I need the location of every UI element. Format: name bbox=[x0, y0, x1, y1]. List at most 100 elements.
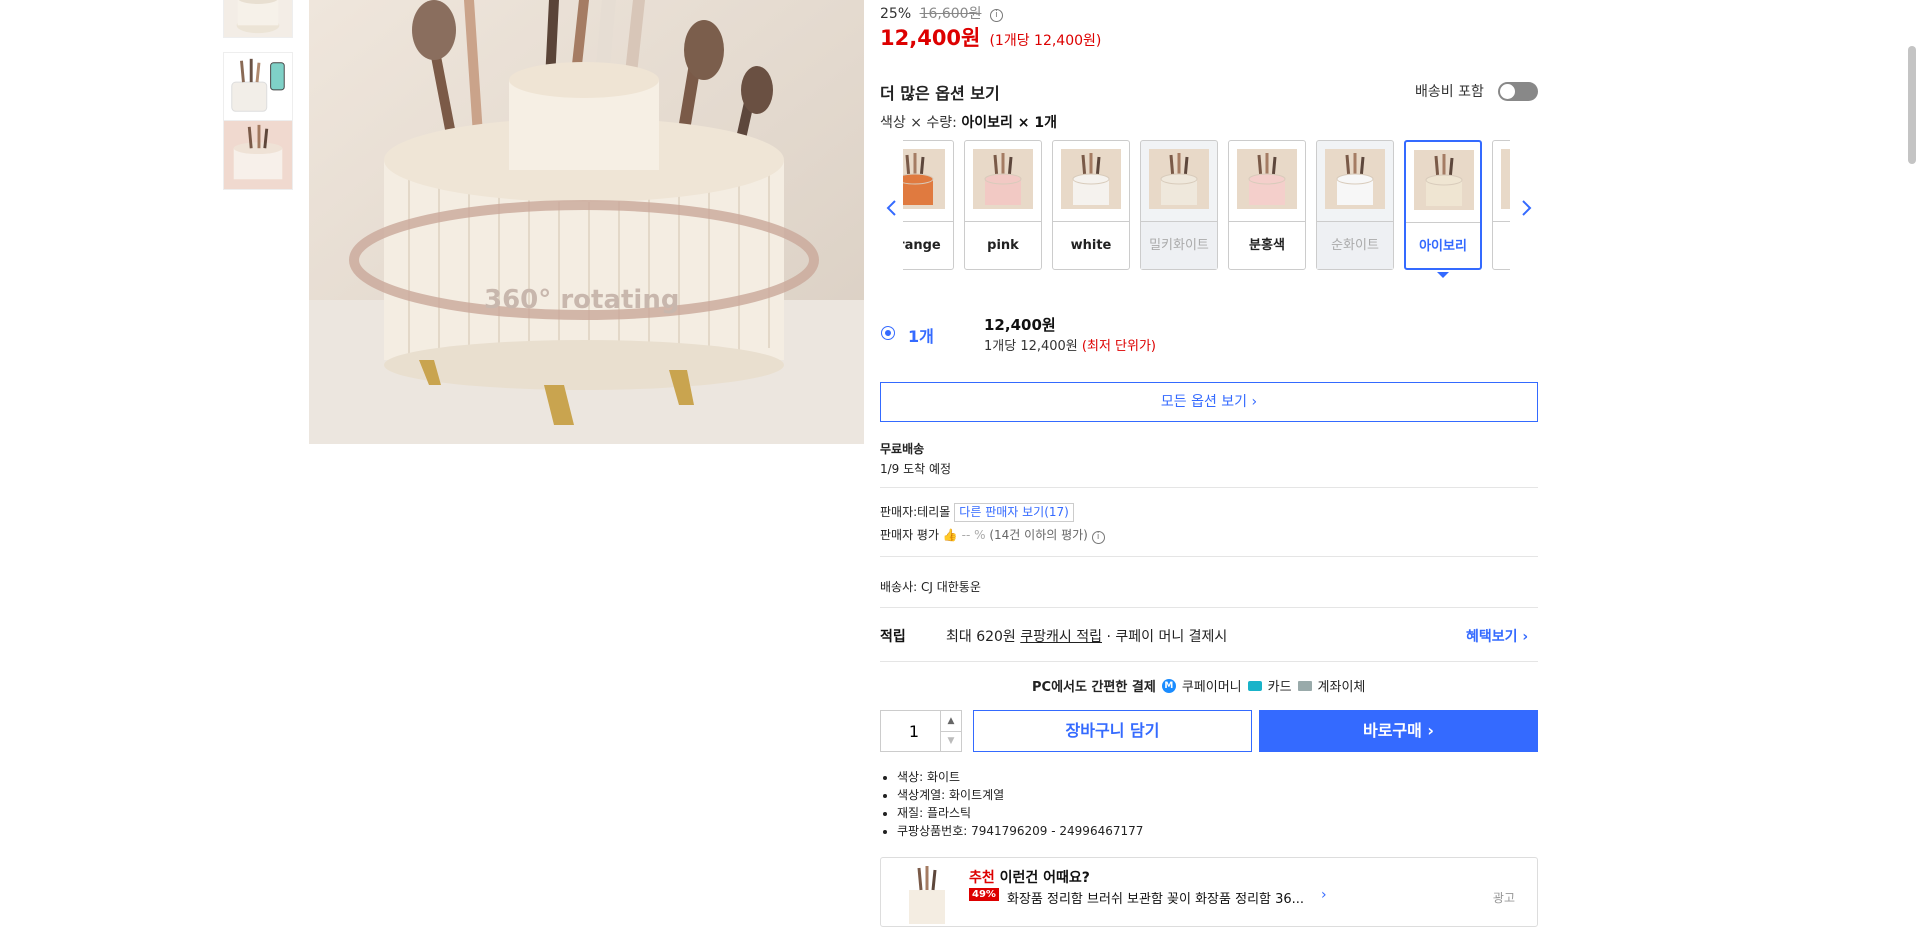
unit-price-note: (1개당 12,400원) bbox=[989, 33, 1102, 49]
product-thumbnail-image bbox=[224, 0, 292, 37]
quantity-option-unit: 1개당 12,400원 (최저 단위가) bbox=[984, 335, 1156, 354]
variant-thumbnail bbox=[1061, 149, 1121, 209]
variant-thumbnail bbox=[1149, 149, 1209, 209]
sale-price-line: 12,400원 (1개당 12,400원) bbox=[880, 22, 1538, 52]
chevron-right-icon bbox=[1522, 200, 1532, 216]
variant-label: 아이보리 bbox=[1406, 222, 1480, 270]
variant-thumbnail bbox=[973, 149, 1033, 209]
divider bbox=[880, 661, 1538, 662]
spec-list: 색상: 화이트 색상계열: 화이트계열 재질: 플라스틱 쿠팡상품번호: 794… bbox=[880, 768, 1143, 840]
variant-thumbnail bbox=[1237, 149, 1297, 209]
coupay-money-label: 쿠페이머니 bbox=[1181, 680, 1242, 695]
other-sellers-link[interactable]: 다른 판매자 보기(17) bbox=[954, 503, 1074, 522]
variant-option[interactable]: pink bbox=[964, 140, 1042, 270]
carrier-line: 배송사: CJ 대한통운 bbox=[880, 580, 981, 594]
divider bbox=[880, 556, 1538, 557]
selection-prefix: 색상 × 수량: bbox=[880, 115, 962, 131]
variant-option[interactable]: 밀키화이트 bbox=[1140, 140, 1218, 270]
main-product-image: 360° rotating bbox=[309, 0, 864, 444]
benefit-link[interactable]: 혜택보기 › bbox=[1466, 626, 1528, 646]
quantity-stepper: ▲ ▼ bbox=[880, 710, 962, 753]
variant-thumbnail bbox=[903, 149, 945, 209]
variant-option[interactable]: orange bbox=[903, 140, 954, 270]
discount-percent: 25% bbox=[880, 6, 912, 22]
thumb-up-icon: 👍 bbox=[942, 528, 958, 542]
spec-item: 색상계열: 화이트계열 bbox=[897, 786, 1143, 804]
variant-option[interactable]: 분홍색 bbox=[1228, 140, 1306, 270]
recommendation-box[interactable]: 추천 이런건 어때요? 49% 화장품 정리함 브러쉬 보관함 꽂이 화장품 정… bbox=[880, 857, 1538, 927]
recommendation-thumbnail bbox=[903, 864, 951, 924]
arrival-date: 1/9 도착 예정 bbox=[880, 462, 952, 476]
quantity-input[interactable] bbox=[881, 711, 947, 753]
product-thumbnail-image bbox=[224, 121, 292, 189]
info-icon[interactable]: i bbox=[989, 9, 1003, 22]
spec-item: 재질: 플라스틱 bbox=[897, 804, 1143, 822]
variant-label: 밀키화이트 bbox=[1141, 221, 1217, 269]
card-label: 카드 bbox=[1267, 680, 1292, 695]
spec-item: 색상: 화이트 bbox=[897, 768, 1143, 786]
shipping-toggle-label: 배송비 포함 bbox=[1415, 84, 1484, 100]
variant-label bbox=[1493, 221, 1510, 269]
payment-prefix: PC에서도 간편한 결제 bbox=[1032, 680, 1156, 695]
recommendation-title: 추천 이런건 어때요? bbox=[969, 867, 1090, 887]
reward-suffix: · 쿠페이 머니 결제시 bbox=[1102, 629, 1228, 645]
buy-now-button[interactable]: 바로구매 › bbox=[1259, 710, 1538, 752]
add-to-cart-button[interactable]: 장바구니 담기 bbox=[973, 710, 1252, 752]
variant-option[interactable] bbox=[1492, 140, 1510, 270]
divider bbox=[880, 607, 1538, 608]
shipping-toggle[interactable] bbox=[1498, 82, 1538, 101]
variant-carousel: orangepinkwhite밀키화이트분홍색순화이트 아이보리 bbox=[903, 140, 1510, 275]
chevron-left-icon bbox=[886, 200, 896, 216]
rotating-caption: 360° rotating bbox=[484, 285, 679, 315]
quantity-option-price: 12,400원 bbox=[984, 316, 1056, 334]
coupang-cash-link[interactable]: 쿠팡캐시 적립 bbox=[1020, 629, 1102, 645]
seller-rating-label: 판매자 평가 bbox=[880, 528, 940, 542]
thumbnail-2[interactable] bbox=[223, 52, 293, 122]
variant-label: orange bbox=[903, 221, 953, 269]
variant-option[interactable]: white bbox=[1052, 140, 1130, 270]
page-scrollbar[interactable] bbox=[1908, 46, 1916, 164]
product-photo: 360° rotating bbox=[309, 0, 864, 444]
variant-label: white bbox=[1053, 221, 1129, 269]
quantity-option-label[interactable]: 1개 bbox=[908, 323, 934, 347]
selection-value: 아이보리 × 1개 bbox=[961, 115, 1057, 131]
original-price: 16,600원 bbox=[919, 6, 982, 22]
variant-thumbnail bbox=[1501, 149, 1510, 209]
recommendation-product-name: 화장품 정리함 브러쉬 보관함 꽂이 화장품 정리함 36... bbox=[1007, 892, 1305, 907]
variant-option[interactable]: 순화이트 bbox=[1316, 140, 1394, 270]
reward-label: 적립 bbox=[880, 629, 906, 645]
bank-icon bbox=[1297, 680, 1312, 691]
variant-thumbnail bbox=[1414, 150, 1474, 210]
carousel-next-button[interactable] bbox=[1518, 196, 1534, 220]
chevron-right-icon[interactable]: › bbox=[1321, 887, 1327, 903]
unit-price-text: 1개당 12,400원 bbox=[984, 339, 1082, 354]
variant-label: 순화이트 bbox=[1317, 221, 1393, 269]
seller-line: 판매자:테리몰 다른 판매자 보기(17) bbox=[880, 503, 1538, 522]
variant-thumbnail bbox=[1325, 149, 1385, 209]
recommend-tag: 추천 bbox=[969, 870, 995, 886]
product-thumbnail-image bbox=[224, 53, 292, 121]
reward-prefix: 최대 620원 bbox=[946, 629, 1021, 645]
payment-methods: PC에서도 간편한 결제 M 쿠페이머니 카드 계좌이체 bbox=[1032, 676, 1365, 695]
info-icon[interactable]: i bbox=[1091, 531, 1105, 544]
recommend-title-rest: 이런건 어때요? bbox=[994, 870, 1090, 886]
divider bbox=[880, 487, 1538, 488]
sale-price: 12,400원 bbox=[880, 26, 981, 50]
quantity-down-button[interactable]: ▼ bbox=[940, 731, 961, 751]
quantity-radio[interactable] bbox=[881, 326, 895, 340]
coupay-money-icon: M bbox=[1161, 678, 1176, 693]
seller-rating-value: -- % bbox=[961, 528, 986, 542]
variant-label: pink bbox=[965, 221, 1041, 269]
carousel-prev-button[interactable] bbox=[884, 196, 900, 220]
selected-caret bbox=[1437, 272, 1449, 278]
thumbnail-3[interactable] bbox=[223, 120, 293, 190]
lowest-unit-tag: (최저 단위가) bbox=[1081, 339, 1156, 354]
seller-name: 판매자:테리몰 bbox=[880, 505, 951, 519]
thumbnail-1[interactable] bbox=[223, 0, 293, 38]
discount-line: 25% 16,600원 i bbox=[880, 3, 1538, 23]
quantity-up-button[interactable]: ▲ bbox=[940, 711, 961, 732]
variant-option[interactable]: 아이보리 bbox=[1404, 140, 1482, 270]
reward-text: 최대 620원 쿠팡캐시 적립 · 쿠페이 머니 결제시 bbox=[946, 626, 1227, 646]
variant-label: 분홍색 bbox=[1229, 221, 1305, 269]
all-options-button[interactable]: 모든 옵션 보기 › bbox=[880, 382, 1538, 422]
